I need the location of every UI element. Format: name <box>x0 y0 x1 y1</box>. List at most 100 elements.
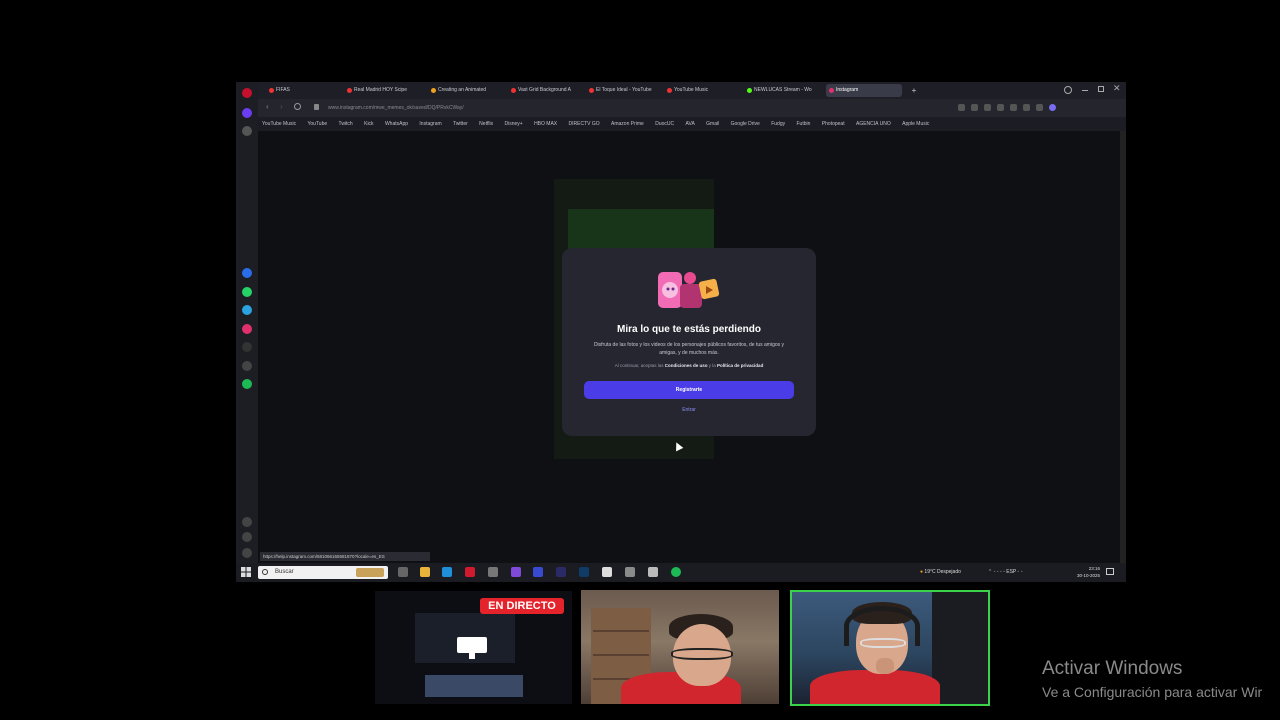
tiktok-icon[interactable] <box>242 342 252 352</box>
opera-sidebar <box>236 82 258 582</box>
tab-label: Vast Grid Background A <box>518 87 571 93</box>
drawer-line <box>593 630 649 632</box>
shared-screen: FIFAS Real Madrid HOY Scipe Creating an … <box>236 82 1126 582</box>
tab-favicon-icon <box>667 88 672 93</box>
spotify-icon[interactable] <box>242 379 252 389</box>
tab-favicon-icon <box>511 88 516 93</box>
bookmark[interactable]: Netflix <box>479 121 493 127</box>
back-icon[interactable]: ‹ <box>266 102 269 111</box>
extension-icon[interactable] <box>984 104 991 111</box>
bookmark[interactable]: Twitch <box>339 121 353 127</box>
windows-start-icon[interactable] <box>241 567 251 577</box>
bookmark[interactable]: Amazon Prime <box>611 121 644 127</box>
profile-icon[interactable] <box>1049 104 1056 111</box>
tab[interactable]: FIFAS <box>266 84 336 97</box>
extension-icon[interactable] <box>971 104 978 111</box>
capcut-icon[interactable] <box>602 567 612 577</box>
shield-icon[interactable] <box>625 567 635 577</box>
maximize-icon[interactable] <box>1098 86 1104 92</box>
more-icon[interactable] <box>242 548 252 558</box>
bookmark[interactable]: AGENCIA UNO <box>856 121 891 127</box>
terms-link[interactable]: Condiciones de uso <box>665 363 708 368</box>
extension-icon[interactable] <box>958 104 965 111</box>
forward-icon[interactable]: › <box>280 102 283 111</box>
login-link[interactable]: Entrar <box>562 407 816 413</box>
weather-widget[interactable]: ● 19°C Despejado <box>920 566 961 579</box>
bookmark[interactable]: DuocUC <box>655 121 674 127</box>
bookmark[interactable]: YouTube Music <box>262 121 296 127</box>
person-shirt <box>810 670 940 704</box>
bookmark[interactable]: Twitter <box>453 121 468 127</box>
bookmark[interactable]: Photopeat <box>822 121 845 127</box>
tab[interactable]: Creating an Animated <box>428 84 504 97</box>
file-explorer-icon[interactable] <box>420 567 430 577</box>
tab[interactable]: Real Madrid HOY Scipe <box>344 84 424 97</box>
reload-icon[interactable] <box>294 103 301 110</box>
scrollbar[interactable] <box>1120 131 1126 563</box>
task-view-icon[interactable] <box>398 567 408 577</box>
app-icon[interactable] <box>648 567 658 577</box>
opera-icon[interactable] <box>465 567 475 577</box>
obs-icon[interactable] <box>488 567 498 577</box>
search-highlight-icon <box>356 568 384 577</box>
whatsapp-icon[interactable] <box>242 287 252 297</box>
history-icon[interactable] <box>242 532 252 542</box>
signup-button[interactable]: Registrarte <box>584 381 794 399</box>
webcam-right <box>790 590 990 706</box>
minimize-icon[interactable] <box>1082 90 1088 91</box>
search-tabs-icon[interactable] <box>1064 86 1072 94</box>
taskbar-search[interactable]: Buscar <box>258 566 388 579</box>
extension-icon[interactable] <box>997 104 1004 111</box>
tab-label: FIFAS <box>276 87 290 93</box>
bookmark[interactable]: Futbin <box>797 121 811 127</box>
extension-icon[interactable] <box>1010 104 1017 111</box>
instagram-icon[interactable] <box>242 324 252 334</box>
x-icon[interactable] <box>242 361 252 371</box>
language-indicator: ESP <box>1006 569 1017 575</box>
bookmark[interactable]: YouTube <box>308 121 328 127</box>
close-icon[interactable]: ✕ <box>1113 83 1121 94</box>
opera-logo-icon[interactable] <box>242 88 252 98</box>
url-field[interactable]: www.instagram.com/mwe_memes_ok/saved/DQ/… <box>328 103 928 113</box>
bookmark[interactable]: WhatsApp <box>385 121 408 127</box>
toolbar-extensions <box>958 104 1108 112</box>
search-placeholder: Buscar <box>275 569 294 575</box>
notifications-icon[interactable] <box>1106 568 1114 575</box>
heart-icon[interactable] <box>242 517 252 527</box>
tab[interactable]: Vast Grid Background A <box>508 84 584 97</box>
privacy-link[interactable]: Política de privacidad <box>717 363 763 368</box>
telegram-icon[interactable] <box>242 305 252 315</box>
tab-instagram[interactable]: Instagram <box>826 84 902 97</box>
bookmark[interactable]: DIRECTV GO <box>569 121 600 127</box>
edge-icon[interactable] <box>442 567 452 577</box>
tab-label: Instagram <box>836 87 859 93</box>
bookmark[interactable]: Fudgy <box>771 121 785 127</box>
new-tab-button[interactable]: + <box>908 84 920 97</box>
clock[interactable]: 23:16 30-10-2025 <box>1074 565 1100 579</box>
bookmark[interactable]: Gmail <box>706 121 719 127</box>
photoshop-icon[interactable] <box>579 567 589 577</box>
bookmark[interactable]: Kick <box>364 121 373 127</box>
bookmark[interactable]: Instagram <box>419 121 441 127</box>
tab-favicon-icon <box>269 88 274 93</box>
aria-icon[interactable] <box>242 108 252 118</box>
tab[interactable]: NEWLUCAS Stream - Wo <box>744 84 824 97</box>
messenger-icon[interactable] <box>242 268 252 278</box>
bookmark[interactable]: AVA <box>686 121 695 127</box>
home-icon[interactable] <box>242 126 252 136</box>
tab[interactable]: YouTube Music <box>664 84 740 97</box>
tab-favicon-icon <box>747 88 752 93</box>
discord-icon[interactable] <box>511 567 521 577</box>
menu-icon[interactable] <box>1036 104 1043 111</box>
modal-description: Disfruta de las fotos y los videos de lo… <box>593 342 785 356</box>
system-tray[interactable]: ⌃ ◦ ◦ ◦ ◦ ESP ◦ ◦ <box>988 566 1022 579</box>
premiere-icon[interactable] <box>556 567 566 577</box>
bookmark[interactable]: Disney+ <box>504 121 522 127</box>
bookmark[interactable]: Google Drive <box>731 121 760 127</box>
bookmark[interactable]: HBO MAX <box>534 121 557 127</box>
spotify-taskbar-icon[interactable] <box>671 567 681 577</box>
bookmark[interactable]: Apple Music <box>902 121 929 127</box>
tab[interactable]: El Toque Ideal - YouTube <box>586 84 662 97</box>
download-icon[interactable] <box>1023 104 1030 111</box>
visual-studio-icon[interactable] <box>533 567 543 577</box>
